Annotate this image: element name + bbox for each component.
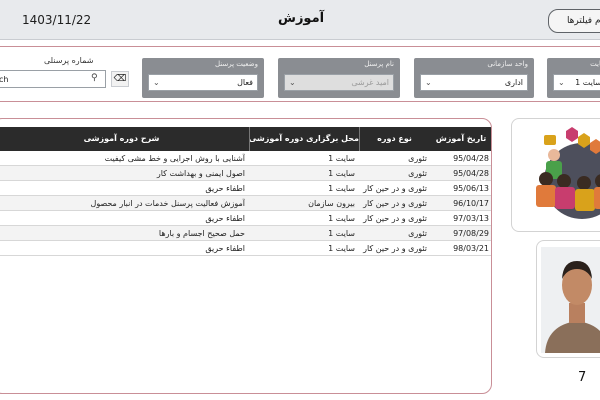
table-cell-location: سایت 1	[328, 154, 355, 163]
personnel-name-select[interactable]: امید غرشی ⌄	[284, 74, 394, 91]
org-unit-filter: واحد سازمانی اداری ⌄	[414, 58, 534, 98]
table-row[interactable]: 97/03/13 تئوری و در حین کار سایت 1 اطفاء حر…	[0, 211, 491, 226]
training-illustration	[536, 127, 600, 219]
column-header-description[interactable]: شرح دوره آموزشی	[0, 127, 249, 151]
training-table-panel: تاریخ آموزش نوع دوره محل برگزاری دوره آم…	[0, 118, 492, 394]
page-title: آموزش	[278, 11, 325, 26]
table-cell-date: 97/08/29	[453, 229, 489, 238]
table-row[interactable]: 96/10/17 تئوری و در حین کار بیرون سازمان آم…	[0, 196, 491, 211]
table-cell-date: 95/04/28	[453, 169, 489, 178]
table-cell-description: اطفاء حریق	[205, 244, 245, 253]
personnel-photo	[541, 247, 600, 353]
table-cell-location: سایت 1	[328, 229, 355, 238]
table-row[interactable]: 95/06/13 تئوری و در حین کار سایت 1 اطفاء حر…	[0, 181, 491, 196]
table-cell-date: 95/04/28	[453, 154, 489, 163]
table-cell-location: سایت 1	[328, 214, 355, 223]
org-unit-filter-label: واحد سازمانی	[487, 60, 528, 68]
column-header-date[interactable]: تاریخ آموزش	[429, 127, 491, 151]
org-unit-select-value: اداری	[504, 78, 523, 87]
table-body: 95/04/28 تئوری سایت 1 آشنایی با روش اجرایی …	[0, 151, 491, 256]
site-filter-label: سایت	[590, 60, 600, 68]
personnel-status-select[interactable]: فعال ⌄	[148, 74, 258, 91]
table-cell-type: تئوری و در حین کار	[363, 184, 427, 193]
table-cell-description: آشنایی با روش اجرایی و خط مشی کیفیت	[104, 154, 245, 163]
table-cell-type: تئوری	[408, 154, 427, 163]
personnel-number-label: شماره پرسنلی	[44, 56, 94, 65]
table-row[interactable]: 95/04/28 تئوری سایت 1 آشنایی با روش اجرایی …	[0, 151, 491, 166]
table-cell-description: حمل صحیح اجسام و بارها	[158, 229, 245, 238]
site-filter: سایت سایت 1 ⌄	[547, 58, 600, 98]
column-header-location[interactable]: محل برگزاری دوره آموزشی	[249, 127, 359, 151]
chevron-down-icon: ⌄	[425, 78, 432, 87]
record-count: 7	[578, 370, 587, 385]
personnel-status-filter: وضعیت پرسنل فعال ⌄	[142, 58, 264, 98]
table-cell-location: بیرون سازمان	[308, 199, 355, 208]
page-header: 1403/11/22 آموزش تمام فیلترها	[0, 0, 600, 40]
table-cell-type: تئوری	[408, 229, 427, 238]
table-cell-location: سایت 1	[328, 169, 355, 178]
table-cell-date: 95/06/13	[453, 184, 489, 193]
table-cell-type: تئوری و در حین کار	[363, 199, 427, 208]
personnel-photo-card	[536, 240, 600, 358]
all-filters-button[interactable]: تمام فیلترها	[548, 9, 600, 33]
personnel-status-select-value: فعال	[237, 78, 253, 87]
header-date: 1403/11/22	[22, 13, 92, 27]
chevron-down-icon: ⌄	[558, 78, 565, 87]
training-illustration-card	[511, 118, 600, 232]
table-cell-date: 97/03/13	[453, 214, 489, 223]
table-row[interactable]: 97/08/29 تئوری سایت 1 حمل صحیح اجسام و باره…	[0, 226, 491, 241]
table-cell-description: آموزش فعالیت پرسنل خدمات در انبار محصول	[90, 199, 246, 208]
table-cell-date: 98/03/21	[453, 244, 489, 253]
table-cell-type: تئوری و در حین کار	[363, 244, 427, 253]
table-cell-location: سایت 1	[328, 184, 355, 193]
chevron-down-icon: ⌄	[289, 78, 296, 87]
table-cell-location: سایت 1	[328, 244, 355, 253]
personnel-name-select-value: امید غرشی	[351, 78, 389, 87]
site-select[interactable]: سایت 1 ⌄	[553, 74, 600, 91]
personnel-name-filter-label: نام پرسنل	[364, 60, 394, 68]
table-header: تاریخ آموزش نوع دوره محل برگزاری دوره آم…	[0, 127, 491, 151]
org-unit-select[interactable]: اداری ⌄	[420, 74, 528, 91]
table-cell-description: اطفاء حریق	[205, 214, 245, 223]
table-cell-type: تئوری	[408, 169, 427, 178]
search-icon[interactable]: ⚲	[91, 73, 98, 83]
chevron-down-icon: ⌄	[153, 78, 160, 87]
table-cell-type: تئوری و در حین کار	[363, 214, 427, 223]
personnel-number-input[interactable]	[0, 72, 85, 86]
table-cell-description: اطفاء حریق	[205, 184, 245, 193]
site-select-value: سایت 1	[575, 78, 600, 87]
column-header-type[interactable]: نوع دوره	[359, 127, 429, 151]
table-row[interactable]: 98/03/21 تئوری و در حین کار سایت 1 اطفاء حر…	[0, 241, 491, 256]
eraser-icon[interactable]: ⌫	[111, 71, 129, 87]
personnel-number-search: ⚲	[0, 70, 106, 88]
personnel-name-filter: نام پرسنل امید غرشی ⌄	[278, 58, 400, 98]
table-cell-date: 96/10/17	[453, 199, 489, 208]
table-row[interactable]: 95/04/28 تئوری سایت 1 اصول ایمنی و بهداشت ک…	[0, 166, 491, 181]
personnel-status-filter-label: وضعیت پرسنل	[214, 60, 258, 68]
table-cell-description: اصول ایمنی و بهداشت کار	[156, 169, 245, 178]
